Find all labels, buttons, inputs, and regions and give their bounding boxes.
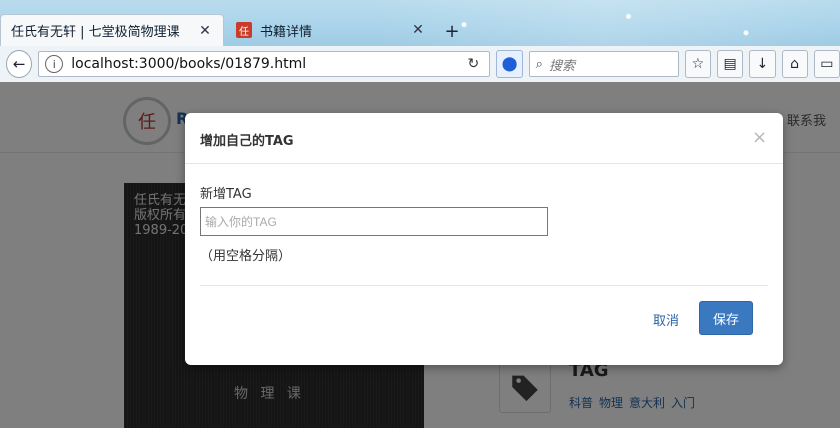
reader-icon: ▤ — [723, 56, 737, 72]
modal-title: 增加自己的TAG — [200, 134, 294, 149]
tab-favicon: 任 — [236, 22, 252, 38]
info-icon[interactable]: i — [45, 55, 64, 73]
tab-title: 书籍详情 — [260, 24, 313, 40]
modal-divider — [200, 285, 768, 286]
star-icon: ☆ — [691, 56, 705, 72]
star-button[interactable]: ☆ — [684, 50, 712, 78]
save-button[interactable]: 保存 — [699, 301, 753, 335]
sidebar-icon: ▭ — [820, 56, 834, 72]
address-bar[interactable]: i localhost:3000/books/01879.html ↻ — [38, 51, 491, 77]
search-icon: ⌕ — [535, 56, 543, 72]
bookmark-button[interactable]: ⬤ — [496, 50, 523, 78]
tab-active[interactable]: 任氏有无轩 | 七堂极简物理课 ✕ — [0, 14, 224, 46]
reader-button[interactable]: ▤ — [717, 50, 744, 78]
search-placeholder: 搜索 — [548, 58, 575, 74]
reload-icon[interactable]: ↻ — [467, 56, 483, 72]
tab-close-icon[interactable]: ✕ — [197, 23, 213, 39]
home-button[interactable]: ⌂ — [781, 50, 808, 78]
tag-hint: （用空格分隔） — [200, 249, 292, 264]
back-button[interactable]: ← — [6, 50, 33, 78]
bookmark-icon: ⬤ — [501, 56, 518, 72]
download-icon: ↓ — [756, 56, 769, 72]
download-button[interactable]: ↓ — [749, 50, 776, 78]
add-tag-modal: 增加自己的TAG × 新增TAG （用空格分隔） 取消 保存 — [185, 113, 783, 365]
modal-header: 增加自己的TAG × — [185, 113, 783, 164]
new-tab-button[interactable]: + — [441, 20, 463, 42]
search-bar[interactable]: ⌕ 搜索 — [528, 51, 679, 77]
tab-inactive[interactable]: 任 书籍详情 ✕ — [226, 14, 436, 46]
tab-close-icon[interactable]: ✕ — [410, 22, 426, 38]
browser-navbar: ← i localhost:3000/books/01879.html ↻ ⬤ … — [0, 46, 840, 83]
sidebar-button[interactable]: ▭ — [813, 50, 840, 78]
tab-title: 任氏有无轩 | 七堂极简物理课 — [11, 25, 180, 40]
cancel-button[interactable]: 取消 — [653, 310, 679, 329]
browser-tab-strip: 任氏有无轩 | 七堂极简物理课 ✕ 任 书籍详情 ✕ + — [0, 0, 840, 46]
close-icon[interactable]: × — [752, 127, 767, 148]
address-url[interactable]: localhost:3000/books/01879.html — [71, 56, 467, 72]
back-icon: ← — [12, 55, 26, 73]
new-tag-label: 新增TAG — [200, 187, 252, 202]
home-icon: ⌂ — [790, 56, 800, 72]
new-tag-input[interactable] — [200, 207, 548, 236]
